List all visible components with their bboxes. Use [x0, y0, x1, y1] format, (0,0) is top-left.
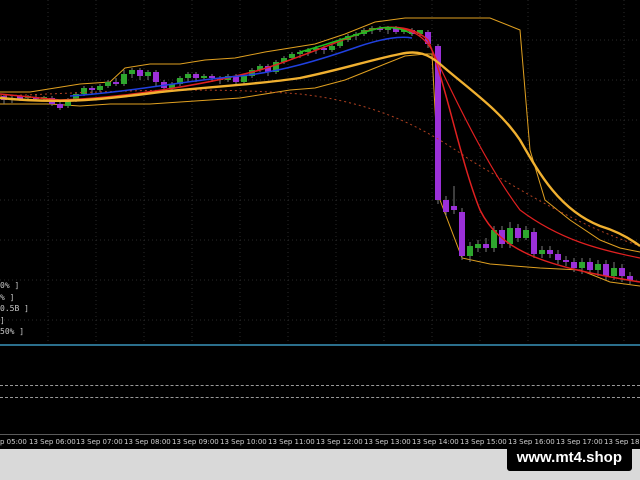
candle-bear — [57, 104, 63, 108]
time-label: p 05:00 — [0, 438, 27, 446]
candle-bear — [563, 260, 569, 262]
candle-bear — [137, 70, 143, 76]
candle-bear — [555, 254, 561, 260]
level-line-lower — [0, 397, 640, 398]
level-line-upper — [0, 385, 640, 386]
indicator-label: % ] — [0, 292, 15, 302]
time-label: 13 Sep 14:00 — [412, 438, 459, 446]
candle-bull — [121, 74, 127, 84]
chart-grid — [0, 0, 640, 344]
time-label: 13 Sep 15:00 — [460, 438, 507, 446]
chart-canvas[interactable] — [0, 0, 640, 344]
candle-bull — [579, 262, 585, 268]
candle-bull — [475, 244, 481, 248]
candle-bull — [329, 46, 335, 50]
candle-bear — [89, 88, 95, 90]
candle-bear — [443, 200, 449, 212]
candle-bear — [571, 262, 577, 268]
time-label: 13 Sep 11:00 — [268, 438, 315, 446]
candle-bull — [523, 230, 529, 238]
candle-bear — [547, 250, 553, 254]
candle-bull — [289, 54, 295, 58]
time-label: 13 Sep 10:00 — [220, 438, 267, 446]
candle-bear — [603, 264, 609, 276]
candle-bear — [153, 72, 159, 82]
candle-bull — [611, 268, 617, 276]
candle-bear — [193, 74, 199, 78]
candle-bull — [97, 86, 103, 90]
time-label: 13 Sep 12:00 — [316, 438, 363, 446]
candle-bear — [531, 232, 537, 254]
candle-bear — [451, 206, 457, 210]
indicator-label: ] — [0, 315, 5, 325]
price-chart[interactable] — [0, 0, 640, 344]
ma-fast-red — [0, 26, 640, 283]
indicator-label: 0% ] — [0, 281, 20, 290]
moving-averages — [0, 26, 640, 283]
candle-bull — [241, 76, 247, 82]
ma-blue — [69, 36, 413, 97]
time-label: 13 Sep 07:00 — [76, 438, 123, 446]
time-label: 13 Sep 13:00 — [364, 438, 411, 446]
candle-bear — [483, 244, 489, 248]
time-label: 13 Sep 09:00 — [172, 438, 219, 446]
candle-bear — [113, 82, 119, 84]
ma-fast-red-2 — [369, 27, 640, 259]
time-label: 13 Sep 06:00 — [29, 438, 76, 446]
indicator-label: 0.5B ] — [0, 304, 29, 313]
candle-bull — [201, 76, 207, 78]
time-label: 13 Sep 08:00 — [124, 438, 171, 446]
candle-bear — [515, 228, 521, 238]
candle-bull — [145, 72, 151, 76]
candle-bull — [185, 74, 191, 78]
candle-bull — [129, 70, 135, 74]
indicator-subwindow[interactable] — [0, 346, 640, 434]
indicator-labels: 0% ] % ] 0.5B ] ] 50% ] — [0, 280, 29, 338]
candle-bear — [209, 76, 215, 78]
candle-bull — [595, 264, 601, 270]
candle-bear — [619, 268, 625, 276]
indicator-label: 50% ] — [0, 327, 25, 336]
candle-bull — [297, 52, 303, 54]
watermark: www.mt4.shop — [506, 445, 632, 471]
candle-bear — [459, 212, 465, 256]
candle-bear — [587, 262, 593, 270]
candle-bull — [467, 246, 473, 256]
candle-bull — [539, 250, 545, 254]
candle-bull — [105, 82, 111, 86]
